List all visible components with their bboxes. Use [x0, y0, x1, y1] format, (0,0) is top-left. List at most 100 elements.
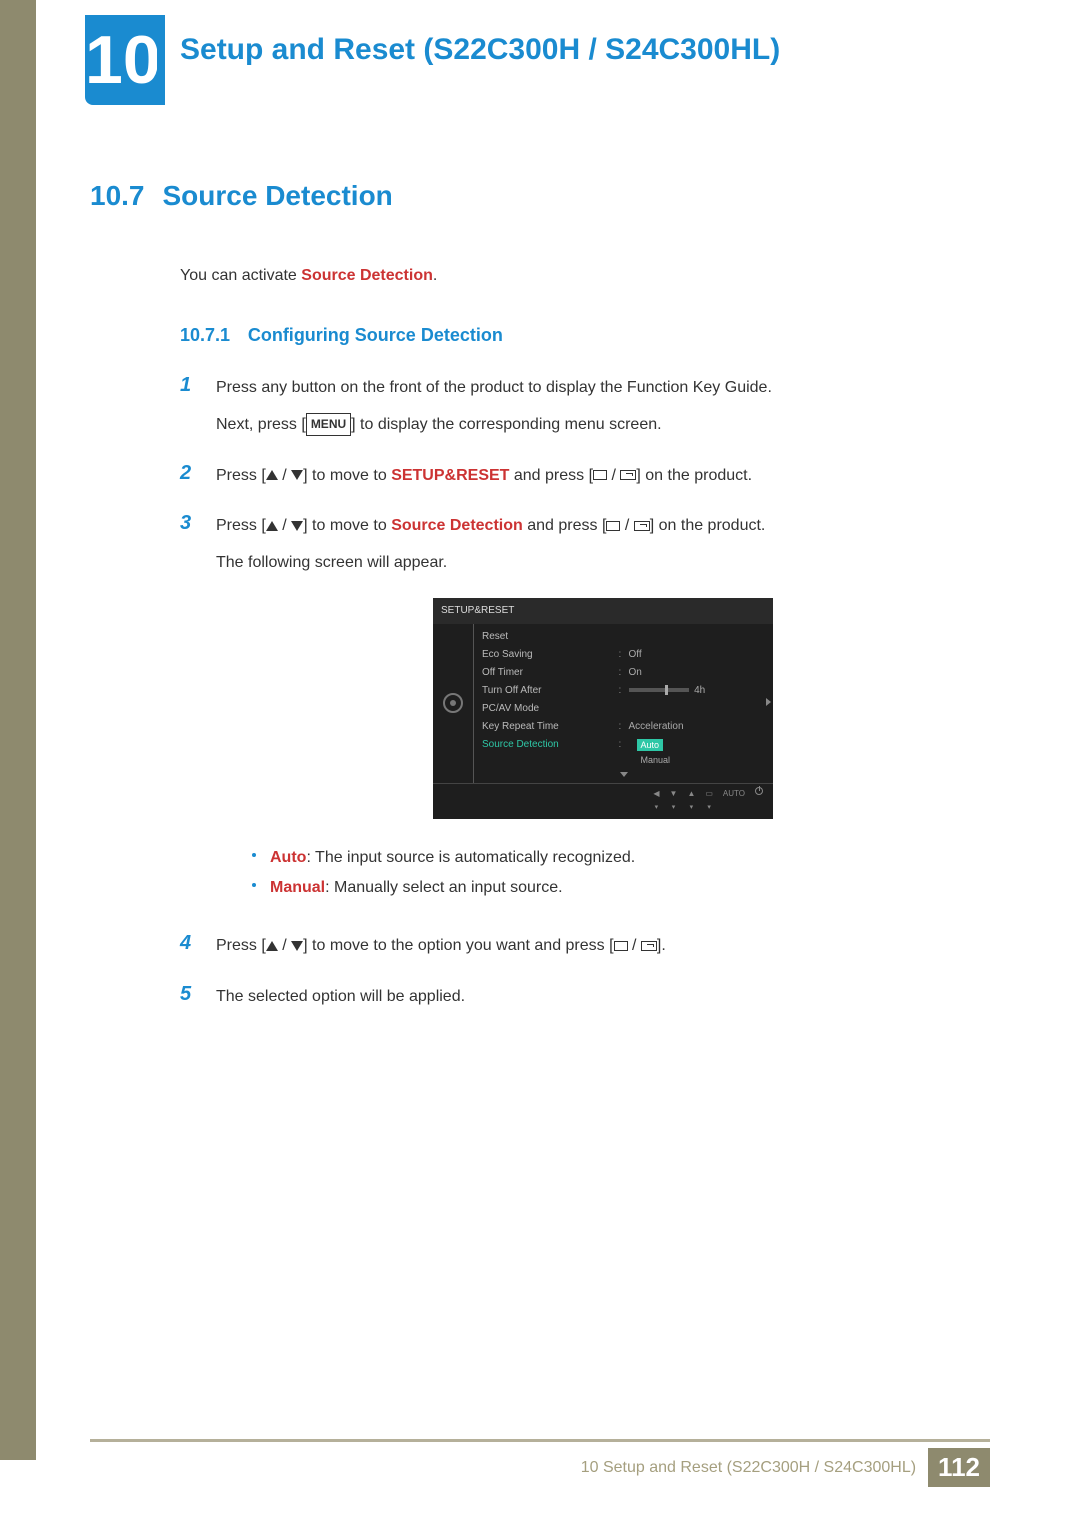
text-fragment: ] on the product.	[650, 517, 766, 534]
osd-item-name: Off Timer	[482, 666, 619, 680]
osd-option-manual: Manual	[637, 754, 675, 766]
bullet-auto-desc: : The input source is automatically reco…	[306, 849, 635, 866]
source-icon	[593, 470, 607, 480]
osd-enter-icon: ▭▾	[705, 787, 713, 815]
osd-item-name: Eco Saving	[482, 648, 619, 662]
enter-icon	[620, 470, 636, 480]
step-number: 5	[180, 983, 198, 1006]
step-number: 1	[180, 374, 198, 397]
osd-item-value: Acceleration	[629, 720, 766, 734]
step-4: 4 Press [ / ] to move to the option you …	[180, 932, 990, 969]
page-footer: 10 Setup and Reset (S22C300H / S24C300HL…	[581, 1448, 990, 1487]
up-arrow-icon	[266, 521, 278, 531]
osd-row-off-timer: Off Timer:On	[474, 664, 773, 682]
up-arrow-icon	[266, 941, 278, 951]
step-number: 3	[180, 512, 198, 535]
osd-item-value	[629, 630, 766, 644]
osd-item-name: Source Detection	[482, 738, 619, 768]
text-fragment: Press [	[216, 937, 266, 954]
power-icon	[755, 787, 763, 815]
bullet-manual: Manual: Manually select an input source.	[252, 873, 990, 903]
step-3: 3 Press [ / ] to move to Source Detectio…	[180, 512, 990, 917]
gear-icon	[443, 693, 463, 713]
page-number: 112	[928, 1448, 990, 1487]
footer-chapter-text: 10 Setup and Reset (S22C300H / S24C300HL…	[581, 1459, 916, 1477]
osd-row-key-repeat-time: Key Repeat Time:Acceleration	[474, 718, 773, 736]
text-fragment: Press [	[216, 517, 266, 534]
step-number: 2	[180, 462, 198, 485]
osd-slider-value: 4h	[694, 685, 705, 696]
source-icon	[614, 941, 628, 951]
text-fragment: Press [	[216, 467, 266, 484]
bullet-manual-desc: : Manually select an input source.	[325, 879, 562, 896]
osd-item-value: Off	[629, 648, 766, 662]
step-5-text: The selected option will be applied.	[216, 983, 990, 1012]
step-1-line-1: Press any button on the front of the pro…	[216, 374, 990, 403]
text-fragment: Next, press [	[216, 416, 306, 433]
intro-prefix: You can activate	[180, 267, 301, 284]
osd-category-icon-area	[433, 624, 473, 783]
up-arrow-icon	[266, 470, 278, 480]
text-fragment: ] to move to	[303, 517, 391, 534]
text-fragment: ] to display the corresponding menu scre…	[351, 416, 661, 433]
chevron-right-icon	[766, 698, 771, 706]
text-fragment: ].	[657, 937, 666, 954]
section-title: Source Detection	[163, 180, 393, 212]
step-2: 2 Press [ / ] to move to SETUP&RESET and…	[180, 462, 990, 499]
down-arrow-icon	[291, 521, 303, 531]
osd-row-eco-saving: Eco Saving:Off	[474, 646, 773, 664]
bullet-auto-term: Auto	[270, 849, 306, 866]
osd-item-options: Auto Manual	[629, 738, 766, 768]
intro-suffix: .	[433, 267, 437, 284]
intro-text: You can activate Source Detection.	[180, 267, 990, 285]
bullet-manual-term: Manual	[270, 879, 325, 896]
osd-auto-label: AUTO	[723, 787, 745, 815]
subsection-number: 10.7.1	[180, 325, 230, 345]
osd-item-name: Reset	[482, 630, 619, 644]
osd-up-icon: ▲▾	[687, 787, 695, 815]
chevron-down-icon	[620, 772, 628, 777]
step-5: 5 The selected option will be applied.	[180, 983, 990, 1020]
osd-row-turn-off-after: Turn Off After: 4h	[474, 682, 773, 700]
setup-reset-term: SETUP&RESET	[391, 467, 509, 484]
footer-divider	[90, 1439, 990, 1442]
osd-screenshot: SETUP&RESET Reset Eco Saving:Off Off Tim…	[433, 598, 773, 819]
osd-item-name: Key Repeat Time	[482, 720, 619, 734]
subsection-title: Configuring Source Detection	[248, 325, 503, 345]
step-3-text: Press [ / ] to move to Source Detection …	[216, 512, 990, 541]
osd-row-reset: Reset	[474, 628, 773, 646]
text-fragment: ] to move to the option you want and pre…	[303, 937, 613, 954]
osd-item-value: On	[629, 666, 766, 680]
chapter-number-badge: 10	[85, 15, 157, 105]
osd-menu-list: Reset Eco Saving:Off Off Timer:On Turn O…	[473, 624, 773, 783]
osd-item-name: Turn Off After	[482, 684, 619, 698]
side-accent-bar	[0, 0, 36, 1460]
chapter-title: Setup and Reset (S22C300H / S24C300HL)	[180, 33, 780, 67]
source-icon	[606, 521, 620, 531]
osd-item-value	[629, 702, 766, 716]
osd-row-pc-av-mode: PC/AV Mode	[474, 700, 773, 718]
slider-icon	[629, 688, 689, 692]
source-detection-term: Source Detection	[391, 517, 523, 534]
text-fragment: ] to move to	[303, 467, 391, 484]
osd-item-value: 4h	[629, 684, 766, 698]
step-4-text: Press [ / ] to move to the option you wa…	[216, 932, 990, 961]
down-arrow-icon	[291, 470, 303, 480]
step-2-text: Press [ / ] to move to SETUP&RESET and p…	[216, 462, 990, 491]
text-fragment: and press [	[509, 467, 593, 484]
enter-icon	[634, 521, 650, 531]
intro-term: Source Detection	[301, 267, 433, 284]
section-heading: 10.7 Source Detection	[90, 180, 990, 212]
step-number: 4	[180, 932, 198, 955]
osd-title: SETUP&RESET	[433, 598, 773, 624]
osd-row-source-detection: Source Detection : Auto Manual	[474, 736, 773, 770]
option-bullets: Auto: The input source is automatically …	[252, 843, 990, 904]
step-1-line-2: Next, press [MENU] to display the corres…	[216, 411, 990, 440]
step-1: 1 Press any button on the front of the p…	[180, 374, 990, 448]
osd-option-auto: Auto	[637, 739, 664, 751]
enter-icon	[641, 941, 657, 951]
subsection-heading: 10.7.1 Configuring Source Detection	[180, 325, 990, 346]
osd-down-icon: ▼▾	[670, 787, 678, 815]
osd-item-name: PC/AV Mode	[482, 702, 619, 716]
text-fragment: ] on the product.	[636, 467, 752, 484]
